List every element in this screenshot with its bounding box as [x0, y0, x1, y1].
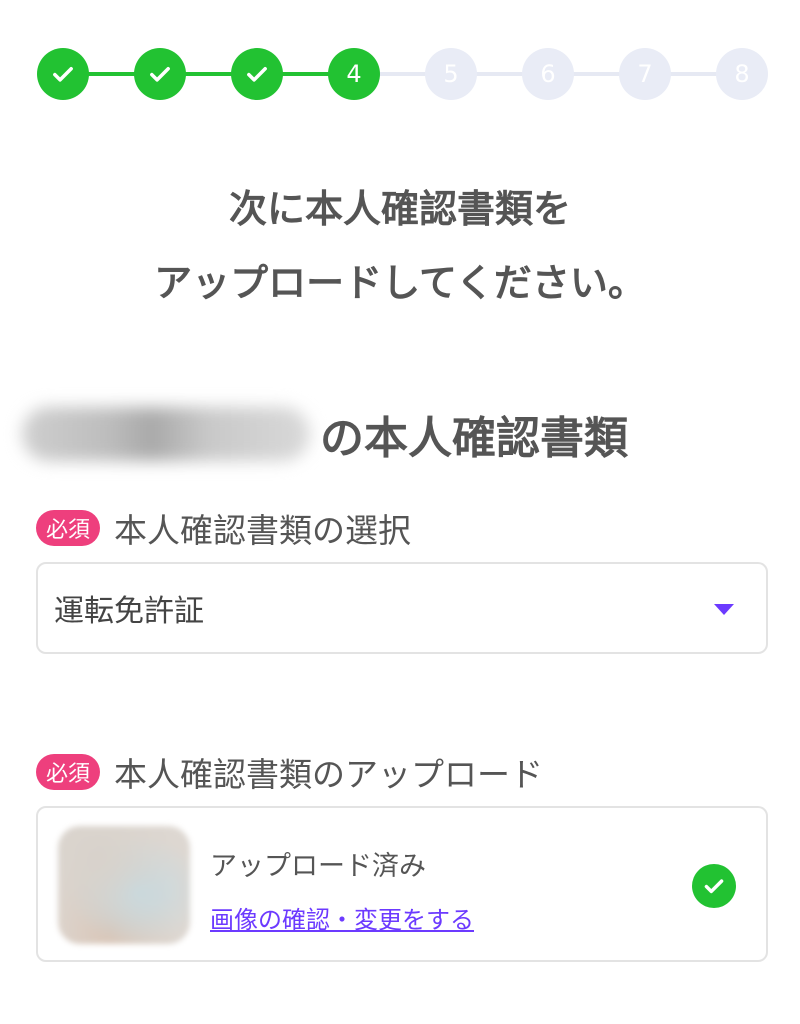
step-5: 5 [425, 48, 477, 100]
step-6: 6 [522, 48, 574, 100]
step-3-completed [231, 48, 283, 100]
progress-stepper: 4 5 6 7 8 [37, 48, 770, 100]
stepper-line-completed [63, 72, 357, 76]
document-upload-label-text: 本人確認書類のアップロード [114, 755, 544, 794]
page-heading-line-2: アップロードしてください。 [154, 261, 646, 305]
document-upload-card: アップロード済み 画像の確認・変更をする [36, 806, 768, 962]
required-badge: 必須 [36, 510, 101, 546]
document-select-label: 必須 本人確認書類の選択 [36, 504, 411, 552]
check-icon [247, 67, 267, 82]
view-change-image-link[interactable]: 画像の確認・変更をする [210, 900, 474, 935]
step-4-current: 4 [328, 48, 380, 100]
step-8: 8 [716, 48, 768, 100]
step-7: 7 [619, 48, 671, 100]
document-select-label-text: 本人確認書類の選択 [114, 511, 412, 550]
document-type-selected-value: 運転免許証 [54, 594, 204, 629]
document-upload-label: 必須 本人確認書類のアップロード [36, 748, 543, 796]
document-type-select[interactable]: 運転免許証 [36, 562, 768, 654]
section-title: の本人確認書類 [22, 398, 628, 470]
redacted-name [22, 407, 310, 461]
upload-complete-check-icon [692, 864, 736, 908]
page-heading-line-1: 次に本人確認書類を [228, 187, 571, 231]
dropdown-arrow-icon [714, 604, 734, 615]
page-heading: 次に本人確認書類を アップロードしてください。 [0, 172, 800, 320]
check-icon [53, 67, 73, 82]
uploaded-image-thumbnail [58, 826, 190, 944]
required-badge: 必須 [36, 754, 101, 790]
step-1-completed [37, 48, 89, 100]
upload-status-text: アップロード済み [210, 851, 426, 882]
section-title-text: の本人確認書類 [320, 413, 628, 464]
step-2-completed [134, 48, 186, 100]
check-icon [150, 67, 170, 82]
